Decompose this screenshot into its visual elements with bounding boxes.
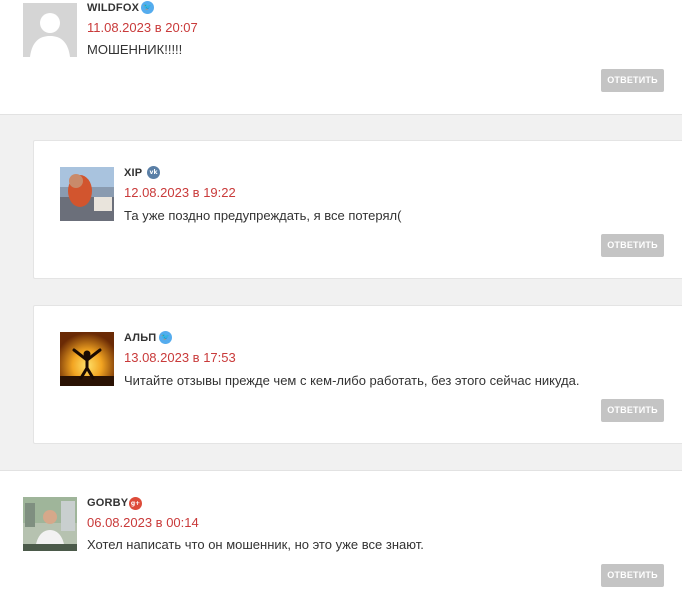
comment-text: Хотел написать что он мошенник, но это у… [87,537,424,552]
twitter-icon: 🐦 [141,1,154,14]
comment-xip: XIP vk 12.08.2023 в 19:22 Та уже поздно … [33,140,682,279]
vk-icon: vk [147,166,160,179]
comment-author[interactable]: XIP [124,167,142,179]
user-photo-avatar [23,497,77,551]
comment-date[interactable]: 11.08.2023 в 20:07 [87,20,198,35]
comment-author[interactable]: АЛЬП [124,332,156,344]
user-photo-avatar [60,167,114,221]
user-photo-avatar [60,332,114,386]
comment-date[interactable]: 12.08.2023 в 19:22 [124,185,236,200]
comment-gorby: GORBY g+ 06.08.2023 в 00:14 Хотел написа… [0,471,682,591]
comment-wildfox: WILDFOX 🐦 11.08.2023 в 20:07 МОШЕННИК!!!… [0,0,682,114]
comment-text: Та уже поздно предупреждать, я все потер… [124,208,402,223]
comment-text: Читайте отзывы прежде чем с кем-либо раб… [124,373,580,388]
reply-button[interactable]: ОТВЕТИТЬ [601,234,664,257]
comment-author[interactable]: WILDFOX [87,2,139,14]
comment-author[interactable]: GORBY [87,497,128,509]
comment-text: МОШЕННИК!!!!! [87,42,183,57]
reply-button[interactable]: ОТВЕТИТЬ [601,69,664,92]
comment-alp: АЛЬП 🐦 13.08.2023 в 17:53 Читайте отзывы… [33,305,682,444]
comment-date[interactable]: 06.08.2023 в 00:14 [87,515,199,530]
reply-button[interactable]: ОТВЕТИТЬ [601,564,664,587]
twitter-icon: 🐦 [159,331,172,344]
reply-button[interactable]: ОТВЕТИТЬ [601,399,664,422]
default-avatar [23,3,77,57]
comment-date[interactable]: 13.08.2023 в 17:53 [124,350,236,365]
google-plus-icon: g+ [129,497,142,510]
